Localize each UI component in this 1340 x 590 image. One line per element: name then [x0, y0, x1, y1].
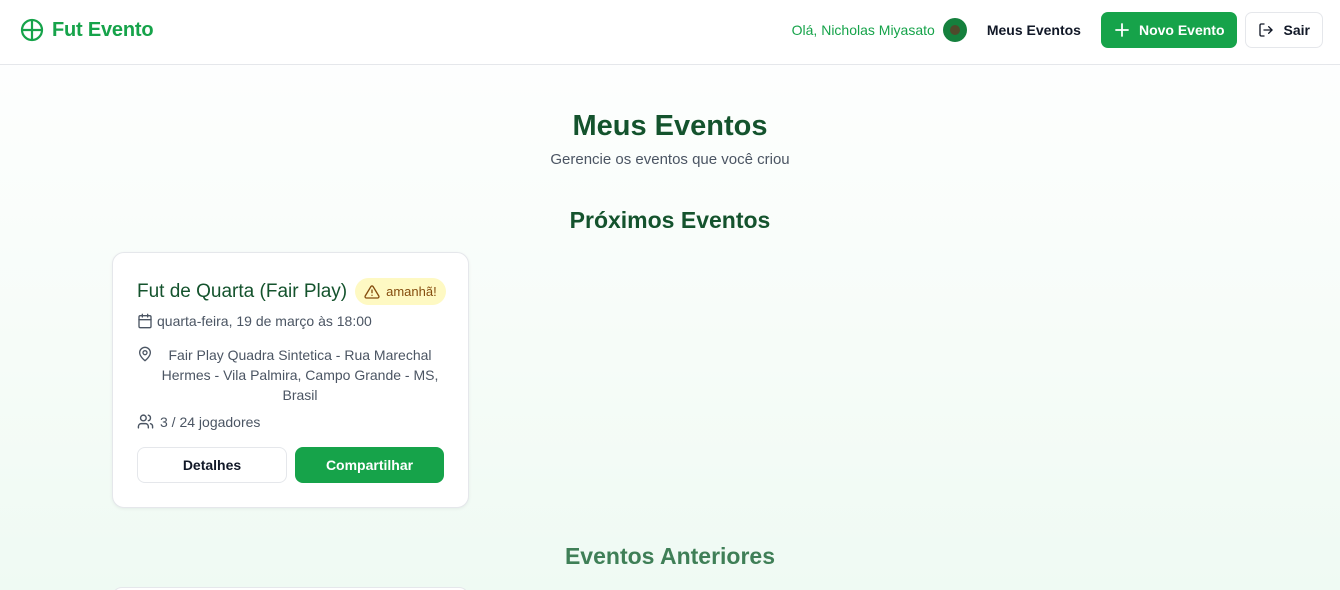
event-location: Fair Play Quadra Sintetica - Rua Marecha…: [161, 347, 439, 403]
event-datetime: quarta-feira, 19 de março às 18:00: [157, 313, 372, 329]
event-players-row: 3 / 24 jogadores: [137, 413, 260, 430]
avatar[interactable]: [942, 18, 967, 42]
new-event-label: Novo Evento: [1138, 22, 1225, 38]
page-subtitle: Gerencie os eventos que você criou: [550, 151, 790, 168]
circle-cross-icon: [20, 18, 44, 42]
event-players: 3 / 24 jogadores: [160, 413, 261, 430]
nav-link-my-events[interactable]: Meus Eventos: [987, 22, 1081, 38]
page-title: Meus Eventos: [572, 110, 768, 142]
logout-label: Sair: [1283, 22, 1310, 38]
users-icon: [137, 413, 154, 430]
top-navbar: Fut Evento Olá, Nicholas Miyasato Meus E…: [0, 0, 1340, 65]
past-section-title: Eventos Anteriores: [564, 543, 776, 569]
logout-icon: [1258, 22, 1274, 38]
event-title: Fut de Quarta (Fair Play): [137, 280, 348, 302]
plus-icon: [1115, 23, 1129, 37]
calendar-icon: [137, 313, 153, 329]
brand-link[interactable]: Fut Evento: [20, 18, 154, 42]
brand-name: Fut Evento: [52, 18, 154, 41]
event-card-actions: Detalhes Compartilhar: [137, 447, 444, 483]
avatar-image: [949, 25, 960, 35]
new-event-button[interactable]: Novo Evento: [1100, 12, 1237, 48]
badge-label: amanhã!: [386, 284, 437, 299]
event-location-row: Fair Play Quadra Sintetica - Rua Marecha…: [137, 345, 447, 405]
details-button[interactable]: Detalhes: [137, 447, 287, 483]
warning-triangle-icon: [364, 284, 380, 300]
nav-actions: Olá, Nicholas Miyasato Meus Eventos Novo…: [792, 12, 1323, 48]
event-date-row: quarta-feira, 19 de março às 18:00: [137, 313, 372, 329]
event-card: Fut de Quarta (Fair Play) amanhã! quarta…: [112, 252, 469, 508]
logout-button[interactable]: Sair: [1244, 12, 1323, 48]
upcoming-section-title: Próximos Eventos: [569, 207, 771, 233]
share-button[interactable]: Compartilhar: [295, 447, 444, 483]
user-greeting: Olá, Nicholas Miyasato: [791, 22, 935, 38]
event-title-row: Fut de Quarta (Fair Play) amanhã!: [137, 278, 446, 305]
map-pin-icon: [137, 346, 153, 362]
tomorrow-badge: amanhã!: [355, 278, 446, 305]
